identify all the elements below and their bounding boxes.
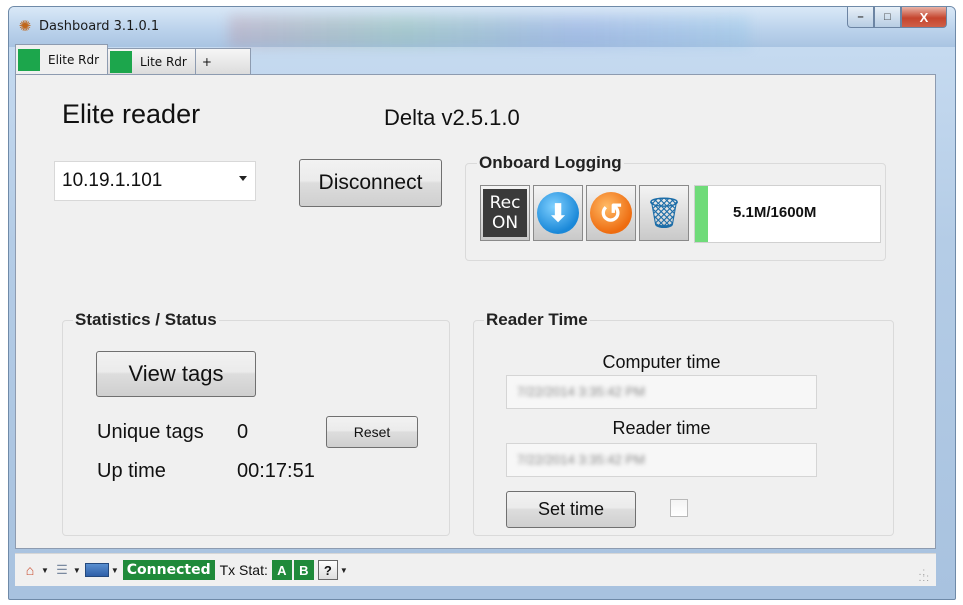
view-tags-button[interactable]: View tags bbox=[96, 351, 256, 397]
onboard-logging-title: Onboard Logging bbox=[477, 153, 624, 173]
chevron-down-icon: ▼ bbox=[72, 565, 81, 575]
list-menu[interactable]: ☰ ▼ bbox=[53, 561, 81, 579]
download-log-button[interactable]: ⬇ bbox=[533, 185, 583, 241]
tx-stat-b-badge: B bbox=[293, 560, 314, 580]
computer-time-label: Computer time bbox=[602, 352, 721, 372]
connection-status-badge: Connected bbox=[122, 560, 215, 580]
on-label: ON bbox=[491, 213, 519, 233]
list-icon: ☰ bbox=[56, 562, 68, 577]
background-blur bbox=[229, 15, 749, 47]
tab-strip: Elite Rdr Lite Rdr + bbox=[15, 44, 251, 74]
title-bar[interactable]: ✺ Dashboard 3.1.0.1 – □ X bbox=[9, 7, 955, 47]
tab-label: Lite Rdr bbox=[140, 54, 187, 69]
storage-text: 5.1M/1600M bbox=[733, 204, 817, 221]
computer-time-field[interactable]: 7/22/2014 3:35:42 PM bbox=[506, 375, 817, 409]
reader-status-swatch bbox=[18, 48, 40, 71]
tab-add[interactable]: + bbox=[194, 48, 251, 74]
unique-tags-label: Unique tags bbox=[97, 421, 204, 443]
main-panel: Elite reader Delta v2.5.1.0 10.19.1.101 … bbox=[15, 74, 936, 549]
tx-stat-a-badge: A bbox=[271, 560, 292, 580]
add-tab-label: + bbox=[201, 54, 212, 69]
reader-time-title: Reader Time bbox=[484, 310, 590, 330]
reset-log-button[interactable]: ↺ bbox=[586, 185, 636, 241]
rec-label: Rec bbox=[489, 193, 521, 213]
close-button[interactable]: X bbox=[901, 7, 947, 28]
auto-sync-checkbox[interactable] bbox=[670, 499, 688, 517]
statistics-title: Statistics / Status bbox=[73, 310, 219, 330]
tab-elite-rdr[interactable]: Elite Rdr bbox=[15, 44, 109, 74]
reader-status-swatch bbox=[110, 50, 133, 73]
reader-time-value: 7/22/2014 3:35:42 PM bbox=[517, 452, 645, 467]
maximize-button[interactable]: □ bbox=[874, 7, 901, 28]
chevron-down-icon: ▼ bbox=[339, 565, 348, 575]
chevron-down-icon: ▼ bbox=[110, 565, 119, 575]
status-bar: ⌂ ▼ ☰ ▼ ▼ Connected Tx Stat: A B ? ▼ .:.… bbox=[15, 553, 936, 586]
home-menu[interactable]: ⌂ ▼ bbox=[21, 561, 49, 579]
reader-time-field[interactable]: 7/22/2014 3:35:42 PM bbox=[506, 443, 817, 477]
display-menu[interactable]: ▼ bbox=[84, 563, 119, 577]
chevron-down-icon[interactable] bbox=[239, 176, 247, 181]
window-title: Dashboard 3.1.0.1 bbox=[39, 19, 160, 34]
unique-tags-value: 0 bbox=[237, 421, 249, 443]
home-icon: ⌂ bbox=[25, 562, 35, 578]
ip-address-value: 10.19.1.101 bbox=[62, 170, 163, 191]
download-icon: ⬇ bbox=[537, 192, 579, 234]
rec-on-button[interactable]: Rec ON bbox=[480, 185, 530, 241]
reader-name: Elite reader bbox=[62, 99, 201, 129]
app-icon[interactable]: ✺ bbox=[17, 19, 33, 35]
tab-label: Elite Rdr bbox=[48, 52, 100, 67]
reset-icon: ↺ bbox=[590, 192, 632, 234]
set-time-button[interactable]: Set time bbox=[506, 491, 636, 528]
storage-usage-bar: 5.1M/1600M bbox=[694, 185, 881, 243]
trash-icon: 🗑 bbox=[644, 196, 684, 230]
chevron-down-icon: ▼ bbox=[41, 565, 49, 575]
resize-grip[interactable]: .:.:: bbox=[919, 568, 930, 584]
uptime-value: 00:17:51 bbox=[237, 460, 315, 482]
screen-icon bbox=[84, 563, 109, 577]
rec-on-icon: Rec ON bbox=[483, 189, 527, 237]
firmware-version: Delta v2.5.1.0 bbox=[384, 105, 520, 130]
disconnect-button[interactable]: Disconnect bbox=[299, 159, 442, 207]
storage-fill bbox=[695, 186, 708, 242]
delete-log-button[interactable]: 🗑 bbox=[639, 185, 689, 241]
tx-stat-label: Tx Stat: bbox=[219, 562, 268, 578]
uptime-label: Up time bbox=[97, 460, 166, 482]
help-menu[interactable]: ? ▼ bbox=[317, 560, 348, 580]
ip-address-dropdown[interactable]: 10.19.1.101 bbox=[54, 161, 256, 201]
minimize-button[interactable]: – bbox=[847, 7, 874, 28]
reset-button[interactable]: Reset bbox=[326, 416, 418, 448]
help-icon: ? bbox=[317, 560, 338, 580]
reader-time-label: Reader time bbox=[612, 418, 711, 438]
computer-time-value: 7/22/2014 3:35:42 PM bbox=[517, 384, 645, 399]
tab-lite-rdr[interactable]: Lite Rdr bbox=[107, 48, 196, 74]
